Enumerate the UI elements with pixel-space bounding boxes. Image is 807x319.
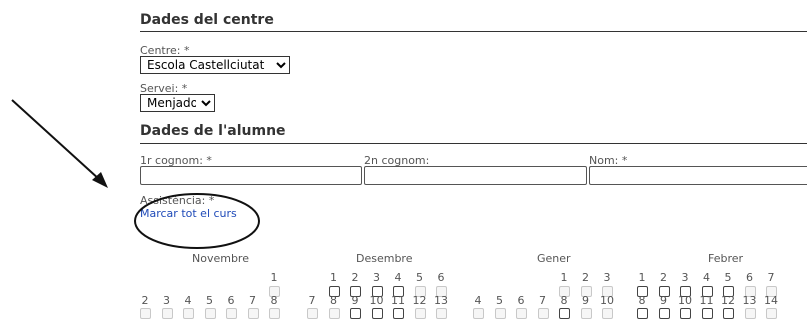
day-checkbox — [516, 308, 527, 319]
month-title-novembre: Novembre — [192, 252, 249, 265]
section-alumne-title: Dades de l'alumne — [140, 123, 286, 139]
day-checkbox[interactable] — [371, 308, 383, 319]
section-alumne-divider — [140, 143, 807, 144]
day-checkbox — [580, 308, 592, 319]
day-number: 8 — [638, 294, 646, 307]
day-checkbox — [226, 308, 237, 319]
day-number: 3 — [603, 271, 611, 284]
day-checkbox[interactable] — [559, 308, 570, 319]
day-number: 2 — [351, 271, 359, 284]
day-number: 7 — [767, 271, 775, 284]
day-checkbox — [161, 308, 173, 319]
day-number: 1 — [560, 271, 568, 284]
day-number: 12 — [721, 294, 735, 307]
day-number: 6 — [437, 271, 445, 284]
day-number: 6 — [746, 271, 753, 284]
day-checkbox — [766, 308, 777, 319]
day-checkbox — [537, 308, 549, 319]
day-checkbox[interactable] — [680, 308, 691, 319]
day-checkbox — [269, 308, 280, 319]
day-number: 14 — [764, 294, 778, 307]
day-checkbox — [473, 308, 484, 319]
day-number: 8 — [270, 294, 278, 307]
day-checkbox[interactable] — [393, 308, 404, 319]
day-number: 11 — [699, 294, 714, 307]
day-number: 10 — [678, 294, 692, 307]
day-number: 9 — [351, 294, 359, 307]
day-checkbox — [328, 308, 340, 319]
day-number: 4 — [394, 271, 402, 284]
assistencia-label: Assistència: * — [140, 194, 215, 207]
day-checkbox — [204, 308, 216, 319]
day-number: 5 — [496, 294, 503, 307]
month-title-desembre: Desembre — [356, 252, 413, 265]
day-number: 4 — [184, 294, 192, 307]
day-number: 4 — [474, 294, 482, 307]
day-number: 2 — [582, 271, 589, 284]
day-checkbox — [494, 308, 506, 319]
day-number: 11 — [391, 294, 405, 307]
day-checkbox — [247, 308, 259, 319]
day-number: 1 — [270, 271, 278, 284]
servei-select[interactable]: Menjador — [140, 94, 215, 112]
day-checkbox[interactable] — [701, 308, 713, 319]
day-number: 7 — [308, 294, 316, 307]
day-number: 12 — [412, 294, 427, 307]
day-number: 5 — [416, 271, 423, 284]
annotation-arrow-line — [11, 99, 101, 181]
day-number: 10 — [369, 294, 384, 307]
month-title-gener: Gener — [537, 252, 571, 265]
day-checkbox[interactable] — [350, 308, 361, 319]
day-number: 3 — [373, 271, 380, 284]
day-number: 8 — [560, 294, 568, 307]
day-checkbox[interactable] — [637, 308, 648, 319]
day-number: 8 — [330, 294, 337, 307]
section-centre-divider — [140, 31, 807, 32]
day-number: 3 — [163, 294, 170, 307]
cognom2-input[interactable] — [364, 166, 587, 185]
day-number: 6 — [227, 294, 235, 307]
day-number: 9 — [660, 294, 667, 307]
day-number: 9 — [582, 294, 589, 307]
day-checkbox — [602, 308, 613, 319]
day-number: 1 — [330, 271, 337, 284]
month-title-febrer: Febrer — [708, 252, 744, 265]
section-centre-title: Dades del centre — [140, 12, 274, 28]
day-number: 10 — [600, 294, 614, 307]
cognom1-input[interactable] — [140, 166, 362, 185]
day-number: 5 — [724, 271, 732, 284]
day-number: 13 — [742, 294, 757, 307]
day-checkbox — [183, 308, 194, 319]
day-number: 1 — [638, 271, 646, 284]
day-checkbox — [436, 308, 447, 319]
day-number: 4 — [703, 271, 710, 284]
day-checkbox — [140, 308, 151, 319]
day-number: 7 — [539, 294, 546, 307]
day-number: 2 — [141, 294, 149, 307]
day-number: 3 — [681, 271, 689, 284]
day-number: 13 — [434, 294, 448, 307]
annotation-arrow-head — [92, 172, 108, 188]
day-checkbox[interactable] — [658, 308, 670, 319]
centre-select[interactable]: Escola Castellciutat — [140, 56, 290, 74]
day-checkbox — [307, 308, 318, 319]
day-checkbox — [744, 308, 756, 319]
marcar-tot-curs-link[interactable]: Marcar tot el curs — [140, 207, 237, 220]
day-checkbox — [414, 308, 426, 319]
day-number: 7 — [249, 294, 256, 307]
day-number: 6 — [517, 294, 525, 307]
day-number: 2 — [660, 271, 667, 284]
nom-input[interactable] — [589, 166, 807, 185]
day-number: 5 — [206, 294, 213, 307]
day-checkbox[interactable] — [723, 308, 734, 319]
